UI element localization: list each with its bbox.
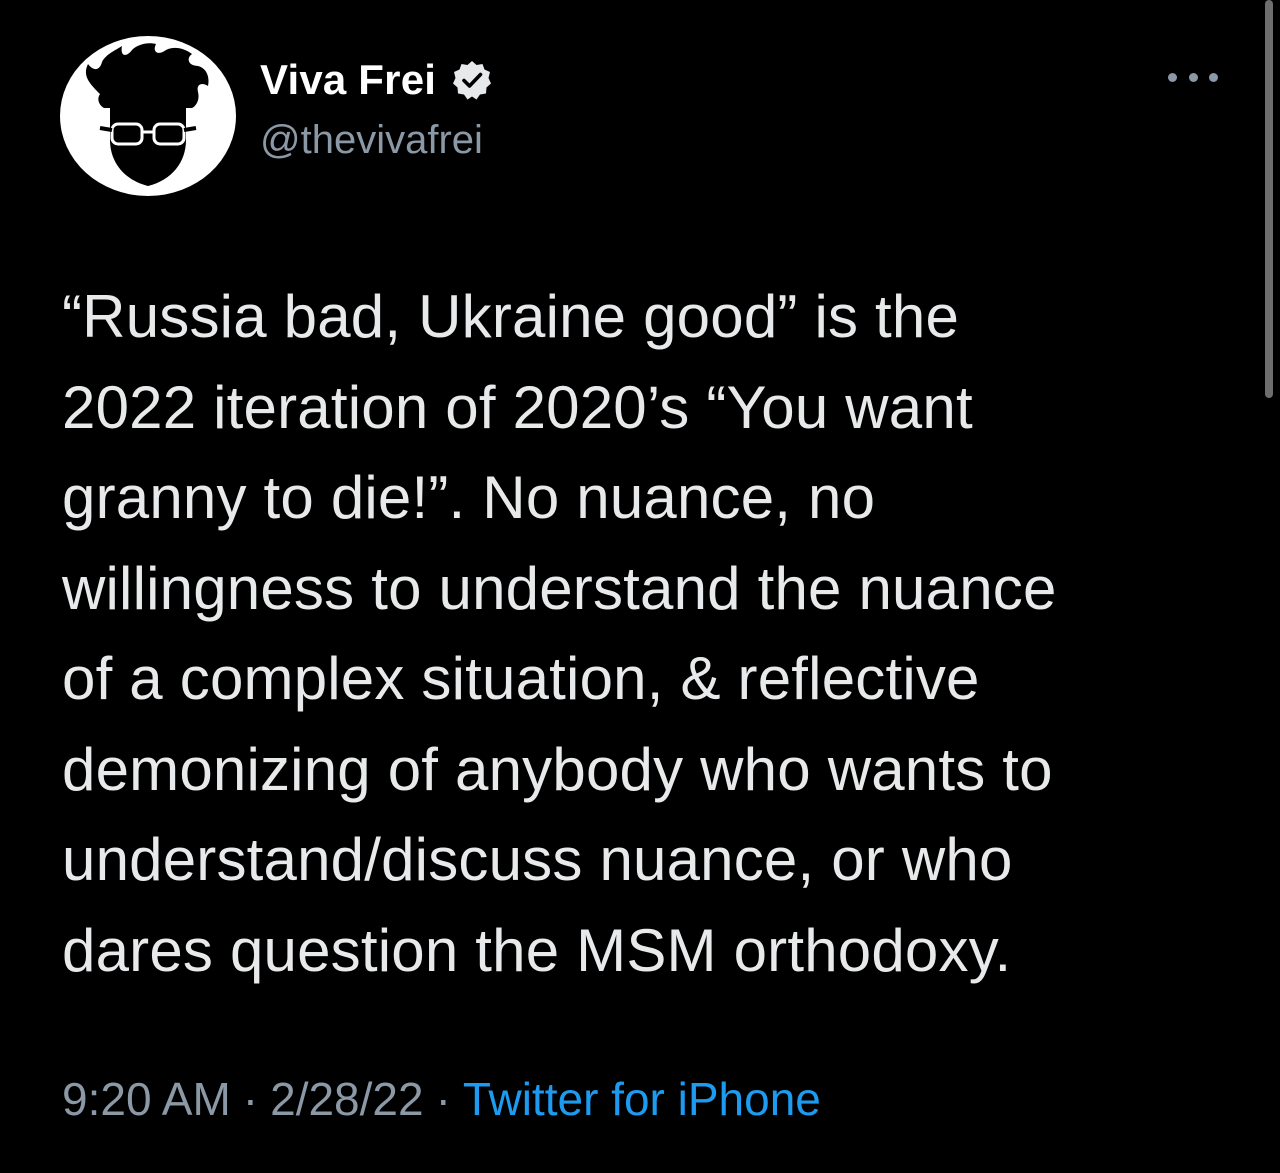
- tweet-line: demonizing of anybody who wants to: [62, 735, 1053, 803]
- author-handle[interactable]: @thevivafrei: [260, 118, 483, 163]
- verified-badge-icon: [450, 58, 494, 102]
- tweet-text: “Russia bad, Ukraine good” is the 2022 i…: [62, 272, 1232, 996]
- avatar[interactable]: [60, 36, 236, 196]
- author-name-row: Viva Frei: [260, 52, 494, 108]
- tweet-date[interactable]: 2/28/22: [270, 1073, 423, 1125]
- meta-separator: ·: [242, 1073, 259, 1125]
- tweet-meta: 9:20 AM · 2/28/22 · Twitter for iPhone: [62, 1072, 821, 1126]
- tweet-line: dares question the MSM orthodoxy.: [62, 916, 1012, 984]
- tweet-time[interactable]: 9:20 AM: [62, 1073, 231, 1125]
- tweet-source-link[interactable]: Twitter for iPhone: [463, 1073, 821, 1125]
- tweet-line: “Russia bad, Ukraine good” is the: [62, 283, 960, 350]
- more-dot: [1168, 72, 1177, 82]
- tweet-line: of a complex situation, & reflective: [62, 645, 980, 712]
- more-dot: [1188, 72, 1198, 82]
- meta-separator: ·: [435, 1073, 451, 1125]
- fiery-hair-glasses-avatar-icon: [85, 43, 209, 186]
- more-options-icon[interactable]: [1168, 60, 1218, 94]
- tweet-line: understand/discuss nuance, or who: [62, 826, 1013, 893]
- tweet-line: willingness to understand the nuance: [62, 554, 1057, 622]
- tweet-line: granny to die!”. No nuance, no: [62, 464, 876, 531]
- author-display-name[interactable]: Viva Frei: [260, 56, 436, 104]
- more-dot: [1209, 72, 1218, 82]
- tweet-line: 2022 iteration of 2020’s “You want: [62, 373, 973, 441]
- scrollbar[interactable]: [1265, 0, 1273, 398]
